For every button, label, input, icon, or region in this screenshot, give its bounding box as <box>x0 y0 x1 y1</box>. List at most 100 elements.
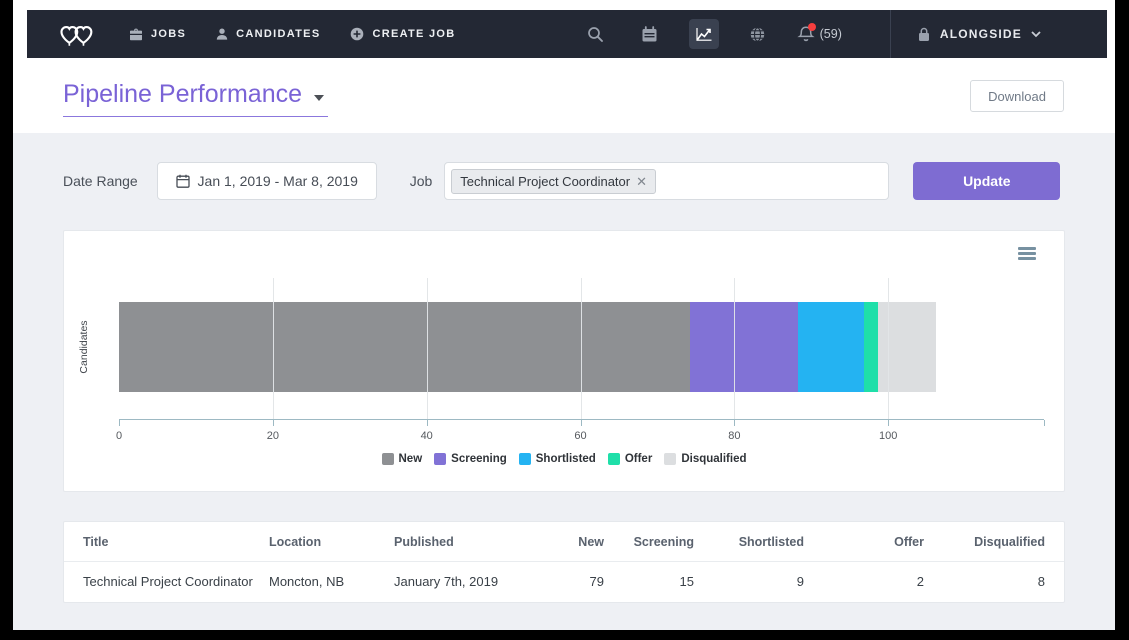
table-cell: 15 <box>604 562 694 603</box>
table-cell: 8 <box>924 562 1064 603</box>
date-range-value: Jan 1, 2019 - Mar 8, 2019 <box>198 173 358 189</box>
legend-label: Screening <box>451 453 507 465</box>
column-header-shortlisted: Shortlisted <box>694 522 804 562</box>
bar-segment-screening[interactable] <box>690 302 798 392</box>
main-menu: JOBS CANDIDATES CREATE JOB <box>129 27 456 41</box>
analytics-button[interactable] <box>689 19 719 49</box>
legend-item-offer[interactable]: Offer <box>608 453 652 465</box>
globe-button[interactable] <box>743 19 773 49</box>
navbar-actions: (59) ALONGSIDE <box>581 10 1041 58</box>
search-icon <box>587 26 604 43</box>
gridline <box>581 278 582 419</box>
results-table: TitleLocationPublishedNewScreeningShortl… <box>64 522 1064 602</box>
tick-mark <box>581 420 582 426</box>
tick-mark <box>427 420 428 426</box>
account-name: ALONGSIDE <box>940 27 1022 41</box>
column-header-new: New <box>534 522 604 562</box>
legend-swatch <box>664 453 676 465</box>
notification-dot <box>808 23 816 31</box>
remove-tag-icon[interactable]: ✕ <box>636 175 647 188</box>
nav-item-create-job[interactable]: CREATE JOB <box>350 27 455 41</box>
tick-label: 80 <box>728 430 740 442</box>
tick-label: 60 <box>574 430 586 442</box>
y-axis-title: Candidates <box>78 320 90 373</box>
nav-label-jobs: JOBS <box>151 28 186 40</box>
legend-item-new[interactable]: New <box>382 453 423 465</box>
bar-segment-offer[interactable] <box>864 302 878 392</box>
report-selector[interactable]: Pipeline Performance <box>63 80 328 117</box>
nav-item-candidates[interactable]: CANDIDATES <box>216 28 320 41</box>
notifications-button[interactable]: (59) <box>797 25 842 43</box>
gridline <box>888 278 889 419</box>
date-range-input[interactable]: Jan 1, 2019 - Mar 8, 2019 <box>157 162 377 200</box>
chart-menu-icon[interactable] <box>1018 247 1036 262</box>
account-menu[interactable]: ALONGSIDE <box>890 10 1041 58</box>
tick-mark <box>888 420 889 426</box>
chart-legend: New Screening Shortlisted Offer Disqualified <box>64 453 1064 465</box>
gridline <box>427 278 428 419</box>
lock-icon <box>917 27 931 42</box>
brand-logo[interactable] <box>57 18 97 50</box>
tick-mark <box>734 420 735 426</box>
app-window: Pipeline Performance Download JOBS <box>13 0 1115 630</box>
bar-segment-shortlisted[interactable] <box>798 302 863 392</box>
column-header-title: Title <box>64 522 269 562</box>
download-button[interactable]: Download <box>970 80 1064 112</box>
calendar-button[interactable] <box>635 19 665 49</box>
legend-item-disqualified[interactable]: Disqualified <box>664 453 746 465</box>
page-title: Pipeline Performance <box>63 80 302 109</box>
pipeline-chart-panel: Candidates 0 20 40 60 80 100 New Screening Shor… <box>63 230 1065 492</box>
notification-count: (59) <box>820 27 842 41</box>
nav-label-candidates: CANDIDATES <box>236 28 320 40</box>
briefcase-icon <box>129 28 143 41</box>
line-chart-icon <box>696 27 712 41</box>
results-table-panel: TitleLocationPublishedNewScreeningShortl… <box>63 521 1065 603</box>
globe-icon <box>749 26 766 43</box>
table-cell: 2 <box>804 562 924 603</box>
table-cell: January 7th, 2019 <box>394 562 534 603</box>
table-cell: Moncton, NB <box>269 562 394 603</box>
column-header-disqualified: Disqualified <box>924 522 1064 562</box>
table-cell: 79 <box>534 562 604 603</box>
legend-label: New <box>399 453 423 465</box>
table-header-row: TitleLocationPublishedNewScreeningShortl… <box>64 522 1064 562</box>
tick-mark <box>1044 420 1045 426</box>
bar-segment-disqualified[interactable] <box>878 302 936 392</box>
legend-item-shortlisted[interactable]: Shortlisted <box>519 453 596 465</box>
calendar-icon <box>176 174 190 188</box>
calendar-icon <box>641 26 658 43</box>
gridline <box>734 278 735 419</box>
nav-label-create-job: CREATE JOB <box>372 28 455 40</box>
bar-segment-new[interactable] <box>119 302 690 392</box>
chevron-down-icon <box>314 95 324 101</box>
alongside-hearts-icon <box>57 18 97 50</box>
page-body: Date Range Jan 1, 2019 - Mar 8, 2019 Job… <box>13 133 1115 630</box>
job-tag: Technical Project Coordinator ✕ <box>451 169 656 194</box>
plus-circle-icon <box>350 27 364 41</box>
table-cell: Technical Project Coordinator <box>64 562 269 603</box>
job-label: Job <box>410 173 433 189</box>
update-button[interactable]: Update <box>913 162 1060 200</box>
job-select-input[interactable]: Technical Project Coordinator ✕ <box>444 162 889 200</box>
tick-mark <box>273 420 274 426</box>
tick-label: 0 <box>116 430 122 442</box>
legend-item-screening[interactable]: Screening <box>434 453 507 465</box>
legend-label: Disqualified <box>681 453 746 465</box>
legend-swatch <box>434 453 446 465</box>
person-icon <box>216 28 228 41</box>
stacked-bar <box>119 302 988 392</box>
tick-label: 20 <box>267 430 279 442</box>
nav-item-jobs[interactable]: JOBS <box>129 28 186 41</box>
table-cell: 9 <box>694 562 804 603</box>
filter-bar: Date Range Jan 1, 2019 - Mar 8, 2019 Job… <box>63 162 1065 200</box>
column-header-screening: Screening <box>604 522 694 562</box>
legend-label: Shortlisted <box>536 453 596 465</box>
chevron-down-icon <box>1031 31 1041 38</box>
table-row[interactable]: Technical Project CoordinatorMoncton, NB… <box>64 562 1064 603</box>
tick-label: 100 <box>879 430 897 442</box>
search-button[interactable] <box>581 19 611 49</box>
gridline <box>273 278 274 419</box>
legend-swatch <box>519 453 531 465</box>
tick-label: 40 <box>421 430 433 442</box>
tick-mark <box>119 420 120 426</box>
